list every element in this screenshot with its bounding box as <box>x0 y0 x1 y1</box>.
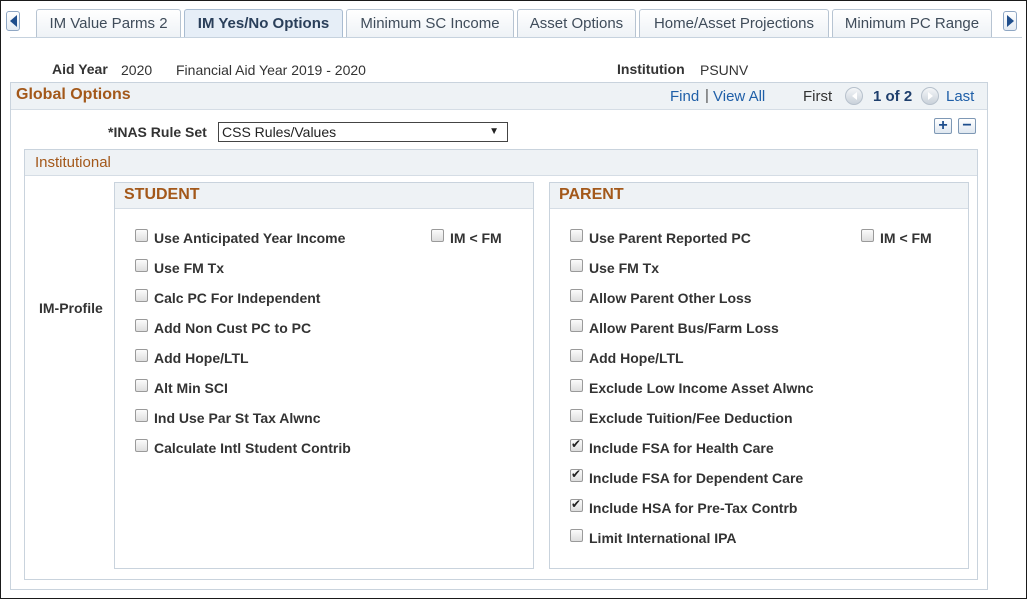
parent-option-checkbox[interactable] <box>570 409 583 422</box>
global-options-section: Global Options Find | View All First 1 o… <box>10 82 988 590</box>
chevron-left-icon <box>9 15 17 27</box>
tab-strip: IM Value Parms 2 IM Yes/No Options Minim… <box>0 0 1027 38</box>
institutional-title: Institutional <box>35 154 111 171</box>
last-link[interactable]: Last <box>946 88 974 105</box>
inas-rule-set-value: CSS Rules/Values <box>222 124 337 140</box>
parent-option-checkbox[interactable] <box>570 319 583 332</box>
tab-minimum-pc-range[interactable]: Minimum PC Range <box>832 9 992 37</box>
tab-home-asset-projections[interactable]: Home/Asset Projections <box>639 9 829 37</box>
student-option-checkbox[interactable] <box>135 349 148 362</box>
student-option-checkbox[interactable] <box>135 289 148 302</box>
parent-option-label: Include FSA for Dependent Care <box>589 470 804 486</box>
student-group: STUDENT Use Anticipated Year Income Use F… <box>114 182 534 569</box>
parent-option-label: Allow Parent Other Loss <box>589 290 752 306</box>
add-row-button[interactable]: + <box>934 118 952 134</box>
student-option-checkbox[interactable] <box>135 439 148 452</box>
global-options-title: Global Options <box>16 86 131 103</box>
parent-option-checkbox[interactable]: ✔ <box>570 497 583 512</box>
parent-option-label: Add Hope/LTL <box>589 350 684 366</box>
parent-option-checkbox[interactable] <box>570 289 583 302</box>
tab-im-value-parms-2[interactable]: IM Value Parms 2 <box>36 9 181 37</box>
student-option-label: Use FM Tx <box>154 260 225 276</box>
next-row-button[interactable] <box>921 87 939 105</box>
find-link[interactable]: Find <box>670 88 699 105</box>
inas-rule-set-select[interactable]: CSS Rules/Values ▼ <box>218 122 508 142</box>
inas-rule-set-label: *INAS Rule Set <box>108 124 207 140</box>
row-page-indicator: 1 of 2 <box>873 88 913 105</box>
student-option-label: Ind Use Par St Tax Alwnc <box>154 410 321 426</box>
im-profile-label: IM-Profile <box>39 300 103 316</box>
student-option-checkbox[interactable] <box>135 259 148 272</box>
aid-year-value: 2020 <box>121 62 153 78</box>
tab-scroll-right-button[interactable] <box>1003 11 1017 31</box>
student-im-lt-fm-label: IM < FM <box>450 230 502 246</box>
student-option-checkbox[interactable] <box>135 379 148 392</box>
first-label: First <box>803 88 833 105</box>
aid-year-label: Aid Year <box>52 61 108 77</box>
parent-option-checkbox[interactable]: ✔ <box>570 467 583 482</box>
student-option-checkbox[interactable] <box>135 319 148 332</box>
global-options-header: Global Options Find | View All First 1 o… <box>11 83 987 110</box>
aid-year-description: Financial Aid Year 2019 - 2020 <box>176 62 366 78</box>
checkmark-icon: ✔ <box>571 467 582 481</box>
institution-label: Institution <box>617 61 685 77</box>
student-option-checkbox[interactable] <box>135 229 148 242</box>
tab-scroll-left-button[interactable] <box>6 11 20 31</box>
student-im-lt-fm-checkbox[interactable] <box>431 229 444 242</box>
student-option-label: Use Anticipated Year Income <box>154 230 346 246</box>
tab-asset-options[interactable]: Asset Options <box>517 9 636 37</box>
parent-im-lt-fm-checkbox[interactable] <box>861 229 874 242</box>
parent-option-checkbox[interactable]: ✔ <box>570 437 583 452</box>
parent-group-header: PARENT <box>550 183 968 209</box>
parent-option-checkbox[interactable] <box>570 529 583 542</box>
parent-group-title: PARENT <box>559 186 624 203</box>
parent-option-label: Use FM Tx <box>589 260 660 276</box>
student-option-checkbox[interactable] <box>135 409 148 422</box>
parent-option-label: Limit International IPA <box>589 530 737 546</box>
parent-im-lt-fm-label: IM < FM <box>880 230 932 246</box>
parent-option-label: Allow Parent Bus/Farm Loss <box>589 320 779 336</box>
institutional-header: Institutional <box>25 150 977 176</box>
student-option-label: Add Non Cust PC to PC <box>154 320 312 336</box>
checkmark-icon: ✔ <box>571 437 582 451</box>
delete-row-button[interactable]: − <box>958 118 976 134</box>
arrow-left-icon <box>851 92 857 100</box>
tab-divider <box>10 37 1022 38</box>
student-option-label: Calc PC For Independent <box>154 290 321 306</box>
checkmark-icon: ✔ <box>571 497 582 511</box>
parent-option-label: Include HSA for Pre-Tax Contrb <box>589 500 798 516</box>
arrow-right-icon <box>927 92 933 100</box>
previous-row-button[interactable] <box>845 87 863 105</box>
student-option-label: Add Hope/LTL <box>154 350 249 366</box>
parent-option-label: Use Parent Reported PC <box>589 230 751 246</box>
tab-minimum-sc-income[interactable]: Minimum SC Income <box>346 9 514 37</box>
parent-option-label: Include FSA for Health Care <box>589 440 774 456</box>
parent-group: PARENT Use Parent Reported PC Use FM Tx Al… <box>549 182 969 569</box>
student-group-title: STUDENT <box>124 186 200 203</box>
parent-option-checkbox[interactable] <box>570 229 583 242</box>
parent-option-checkbox[interactable] <box>570 349 583 362</box>
nav-separator: | <box>705 87 709 104</box>
view-all-link[interactable]: View All <box>713 88 765 105</box>
student-option-label: Calculate Intl Student Contrib <box>154 440 351 456</box>
parent-option-label: Exclude Low Income Asset Alwnc <box>589 380 814 396</box>
institution-value: PSUNV <box>700 62 749 78</box>
tab-im-yes-no-options[interactable]: IM Yes/No Options <box>184 9 343 37</box>
student-group-header: STUDENT <box>115 183 533 209</box>
parent-option-checkbox[interactable] <box>570 379 583 392</box>
parent-option-label: Exclude Tuition/Fee Deduction <box>589 410 793 426</box>
institutional-section: Institutional IM-Profile STUDENT Use Ant… <box>24 149 978 580</box>
student-option-label: Alt Min SCI <box>154 380 228 396</box>
chevron-right-icon <box>1006 15 1014 27</box>
dropdown-arrow-icon: ▼ <box>489 126 499 137</box>
parent-option-checkbox[interactable] <box>570 259 583 272</box>
